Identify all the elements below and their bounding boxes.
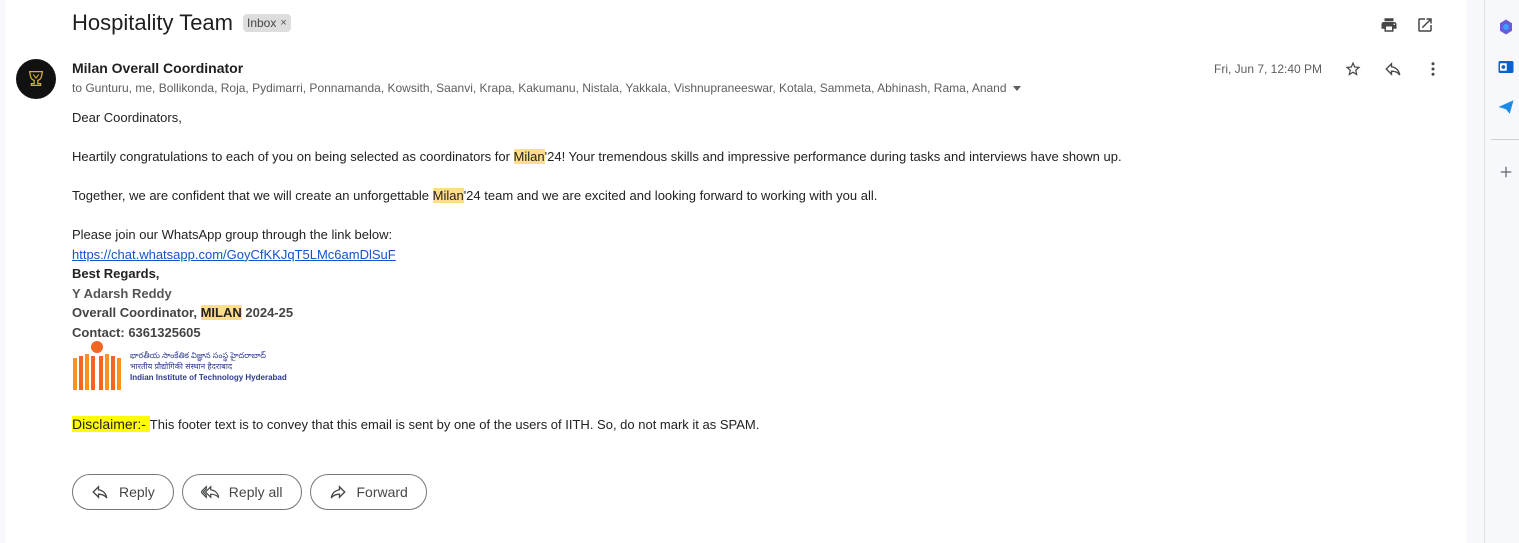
greeting: Dear Coordinators, bbox=[72, 110, 182, 125]
disclaimer-label: Disclaimer:- bbox=[72, 416, 150, 432]
print-icon[interactable] bbox=[1378, 14, 1400, 36]
add-icon[interactable] bbox=[1497, 163, 1515, 181]
p2-text-post: '24 team and we are excited and looking … bbox=[463, 188, 878, 203]
forward-icon bbox=[330, 485, 346, 499]
signature-name: Y Adarsh Reddy bbox=[72, 285, 172, 301]
subject-row: Hospitality Team Inbox × bbox=[72, 10, 291, 36]
reply-label: Reply bbox=[119, 484, 155, 500]
iith-logo: భారతీయ సాంకేతిక విజ్ఞాన సంస్థ హైదరాబాద్ … bbox=[72, 340, 287, 392]
iith-emblem-icon bbox=[73, 341, 121, 390]
paragraph-3: Please join our WhatsApp group through t… bbox=[72, 227, 393, 242]
reply-all-button[interactable]: Reply all bbox=[181, 474, 302, 510]
side-panel-rail bbox=[1484, 0, 1519, 543]
milan-role-highlight: MILAN bbox=[200, 305, 242, 320]
logo-telugu-text: భారతీయ సాంకేతిక విజ్ఞాన సంస్థ హైదరాబాద్ bbox=[130, 350, 266, 360]
p1-text-pre: Heartily congratulations to each of you … bbox=[72, 149, 514, 164]
p2-text-pre: Together, we are confident that we will … bbox=[72, 188, 433, 203]
role-post: 2024-25 bbox=[241, 305, 294, 320]
signature-closing: Best Regards, bbox=[72, 266, 160, 281]
more-vert-icon[interactable] bbox=[1422, 58, 1444, 80]
reply-all-icon bbox=[200, 485, 219, 499]
reply-button[interactable]: Reply bbox=[72, 474, 174, 510]
recipients-text: to Gunturu, me, Bollikonda, Roja, Pydima… bbox=[72, 81, 1007, 95]
label-text: Inbox bbox=[247, 16, 277, 30]
reply-icon bbox=[92, 485, 108, 499]
open-new-window-icon[interactable] bbox=[1414, 14, 1436, 36]
copilot-icon[interactable] bbox=[1497, 18, 1515, 36]
email-subject: Hospitality Team bbox=[72, 10, 233, 35]
inbox-label-chip[interactable]: Inbox × bbox=[243, 14, 291, 32]
milan-highlight: Milan bbox=[513, 149, 545, 164]
message-date: Fri, Jun 7, 12:40 PM bbox=[1214, 62, 1323, 76]
logo-hindi-text: भारतीय प्रौद्योगिकी संस्थान हैदराबाद bbox=[130, 361, 233, 371]
remove-label-icon[interactable]: × bbox=[280, 17, 286, 29]
paragraph-1: Heartily congratulations to each of you … bbox=[72, 147, 1372, 167]
forward-button[interactable]: Forward bbox=[309, 474, 427, 510]
whatsapp-link[interactable]: https://chat.whatsapp.com/GoyCfKKJqT5LMc… bbox=[72, 247, 396, 262]
logo-english-text: Indian Institute of Technology Hyderabad bbox=[130, 372, 287, 382]
sender-name: Milan Overall Coordinator bbox=[72, 60, 244, 76]
send-icon[interactable] bbox=[1497, 98, 1515, 116]
signature-role: Overall Coordinator, MILAN 2024-25 bbox=[72, 303, 1372, 323]
trophy-logo-icon bbox=[28, 71, 44, 87]
reply-icon[interactable] bbox=[1382, 58, 1404, 80]
sender-avatar[interactable] bbox=[16, 59, 56, 99]
star-icon[interactable] bbox=[1342, 58, 1364, 80]
paragraph-2: Together, we are confident that we will … bbox=[72, 186, 1372, 206]
disclaimer: Disclaimer:- This footer text is to conv… bbox=[72, 416, 759, 432]
iith-logo-text: భారతీయ సాంకేతిక విజ్ఞాన సంస్థ హైదరాబాద్ … bbox=[130, 350, 287, 383]
outlook-icon[interactable] bbox=[1497, 58, 1515, 76]
email-body: Dear Coordinators, Heartily congratulati… bbox=[72, 108, 1372, 342]
role-pre: Overall Coordinator, bbox=[72, 305, 201, 320]
p1-text-post: '24! Your tremendous skills and impressi… bbox=[544, 149, 1122, 164]
forward-label: Forward bbox=[356, 484, 408, 500]
disclaimer-text: This footer text is to convey that this … bbox=[149, 417, 760, 432]
rail-divider bbox=[1491, 139, 1519, 140]
expand-caret-icon[interactable] bbox=[1012, 85, 1021, 91]
reply-all-label: Reply all bbox=[228, 484, 283, 500]
recipients-line: to Gunturu, me, Bollikonda, Roja, Pydima… bbox=[72, 81, 1021, 95]
milan-highlight: Milan bbox=[432, 188, 464, 203]
reply-actions: Reply Reply all Forward bbox=[72, 474, 427, 510]
